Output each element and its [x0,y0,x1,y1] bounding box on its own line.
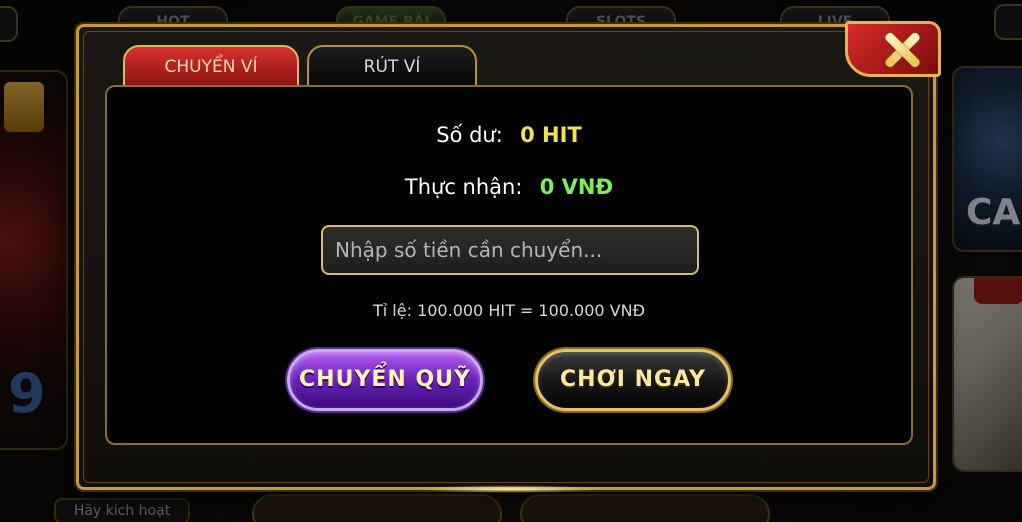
close-button[interactable] [845,21,941,77]
wallet-transfer-dialog: CHUYỂN VÍ RÚT VÍ Số dư: 0 HIT Thực nhận:… [76,21,941,493]
tab-transfer-wallet[interactable]: CHUYỂN VÍ [123,45,299,87]
transfer-funds-button[interactable]: CHUYỂN QUỸ [287,349,483,411]
tab-withdraw-wallet[interactable]: RÚT VÍ [307,45,477,87]
balance-row: Số dư: 0 HIT [107,123,911,147]
dialog-bottom-glow [419,485,599,493]
game-screen: HOT GAME BÀI SLOTS LIVE 9 CA Hãy kích ho… [0,0,1022,522]
transfer-panel: Số dư: 0 HIT Thực nhận: 0 VNĐ Tỉ lệ: 100… [105,85,913,445]
received-value: 0 VNĐ [539,175,614,199]
balance-value: 0 HIT [520,123,582,147]
balance-label: Số dư: [436,123,503,147]
close-icon [882,30,922,70]
received-label: Thực nhận: [404,175,523,199]
amount-input[interactable] [321,225,699,275]
play-now-button[interactable]: CHƠI NGAY [535,349,731,411]
received-row: Thực nhận: 0 VNĐ [107,175,911,199]
exchange-rate-text: Tỉ lệ: 100.000 HIT = 100.000 VNĐ [373,301,645,320]
